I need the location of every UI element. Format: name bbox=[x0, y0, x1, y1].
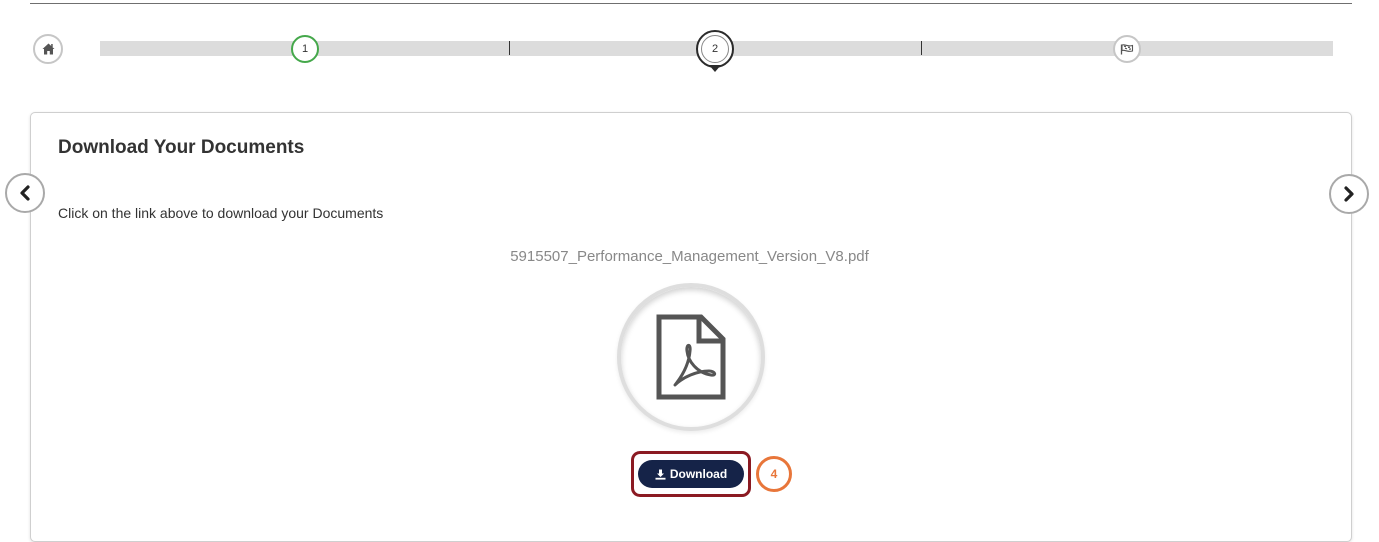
chevron-left-icon bbox=[20, 185, 30, 201]
progress-tick bbox=[509, 41, 510, 55]
pdf-file-thumbnail[interactable] bbox=[617, 283, 765, 431]
next-button[interactable] bbox=[1329, 174, 1369, 214]
download-button-label: Download bbox=[669, 467, 728, 481]
step-1[interactable]: 1 bbox=[291, 35, 319, 63]
step-1-label: 1 bbox=[301, 43, 309, 55]
previous-button[interactable] bbox=[5, 173, 45, 213]
download-button[interactable]: Download bbox=[638, 460, 744, 488]
progress-tick bbox=[921, 41, 922, 55]
instruction-text: Click on the link above to download your… bbox=[58, 205, 384, 221]
step-finish[interactable] bbox=[1113, 35, 1141, 63]
step-home[interactable] bbox=[33, 34, 63, 64]
top-divider bbox=[30, 3, 1352, 4]
download-icon bbox=[655, 469, 666, 480]
step-callout-badge: 4 bbox=[756, 456, 792, 492]
finish-flag-icon bbox=[1120, 43, 1134, 54]
step-2-label: 2 bbox=[711, 43, 719, 55]
panel-title: Download Your Documents bbox=[58, 137, 305, 158]
step-2-current[interactable]: 2 bbox=[696, 30, 734, 68]
pdf-file-icon bbox=[656, 314, 726, 400]
download-highlight: Download bbox=[631, 451, 751, 497]
home-icon bbox=[42, 43, 54, 55]
file-name-link[interactable]: 5915507_Performance_Management_Version_V… bbox=[0, 248, 1379, 265]
current-step-pointer bbox=[709, 65, 721, 72]
chevron-right-icon bbox=[1344, 186, 1354, 202]
